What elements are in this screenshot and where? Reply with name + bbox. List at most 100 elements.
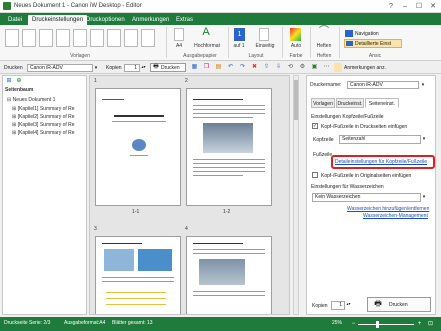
header-footer-checkbox[interactable]: ✓	[312, 123, 318, 129]
scrollbar-thumb[interactable]	[294, 80, 298, 120]
header-footer-detail-link[interactable]: Detaileinstellungen für Kopfzeile/Fußzei…	[335, 159, 427, 165]
paper-size-icon	[174, 28, 184, 41]
zoom-out-icon[interactable]: −	[350, 320, 357, 328]
template-thumb-4[interactable]	[56, 29, 70, 47]
navigation-button[interactable]: Navigation	[355, 31, 379, 37]
header-footer-checkbox-label: Kopf-/Fußzeile in Druckseiten einfügen	[321, 124, 408, 130]
maximize-button[interactable]: ☐	[414, 2, 424, 11]
copies-stepper[interactable]: ▴▾	[346, 300, 351, 310]
tree-item-chapter1[interactable]: ⊞ [Kapitel1] Summary of Re	[12, 106, 75, 112]
paste-icon[interactable]: ▤	[214, 63, 223, 72]
zoom-level: 25%	[332, 320, 343, 326]
detailed-settings-label: Detaillierte Einst	[355, 41, 392, 47]
printer-name-select[interactable]: Canon iR-ADV	[347, 81, 419, 89]
template-thumb-9[interactable]	[141, 29, 155, 47]
tree-item-label: [Kapitel4] Summary of Re	[17, 130, 75, 136]
page-thumbnail-1[interactable]	[95, 88, 181, 206]
printer-select[interactable]: Canon iR-ADV	[27, 64, 93, 72]
page-thumbnail-3[interactable]	[95, 236, 181, 314]
template-thumb-1[interactable]	[5, 29, 19, 47]
tab-seiteneinst[interactable]: Seiteneinst.	[365, 98, 399, 108]
annotation-icon	[334, 63, 342, 72]
redo-icon[interactable]: ↷	[238, 63, 247, 72]
original-pages-checkbox[interactable]	[312, 172, 318, 178]
copies-input[interactable]: 1	[124, 64, 140, 72]
tab-extras[interactable]: Extras	[172, 15, 197, 25]
chevron-down-icon[interactable]: ▾	[93, 64, 99, 72]
move-up-icon[interactable]: ⇧	[262, 63, 271, 72]
color-mode-button[interactable]: Auto	[286, 43, 306, 49]
paper-size-button[interactable]: A4	[170, 43, 188, 49]
zoom-in-icon[interactable]: +	[416, 320, 423, 328]
duplex-icon	[259, 28, 269, 41]
staple-button[interactable]: Heften	[313, 43, 335, 49]
tree-item-root[interactable]: ⊟ Neues Dokument 1	[7, 97, 55, 103]
chevron-down-icon[interactable]: ▾	[420, 81, 426, 89]
fit-page-icon[interactable]: ⊡	[426, 320, 435, 328]
tree-item-chapter4[interactable]: ⊞ [Kapitel4] Summary of Re	[12, 130, 75, 136]
watermark-select[interactable]: Kein Wasserzeichen	[312, 193, 421, 202]
preview-icon[interactable]: ▦	[190, 63, 199, 72]
rotate-icon[interactable]: ⟲	[286, 63, 295, 72]
tab-vorlagen[interactable]: Vorlagen	[311, 98, 335, 108]
tree-item-chapter2[interactable]: ⊞ [Kapitel2] Summary of Re	[12, 114, 75, 120]
tab-anmerkungen[interactable]: Anmerkungen	[128, 15, 173, 25]
chevron-down-icon[interactable]: ▾	[421, 193, 427, 202]
more-icon[interactable]: ⋯	[322, 63, 331, 72]
print-button-label: Drucken	[161, 65, 180, 71]
copies-label: Kopien	[312, 303, 328, 309]
status-bar: Druckseite Serie: 2/3 Ausgabeformat:A4 B…	[0, 317, 441, 331]
pages-per-sheet-button[interactable]: auf 1	[229, 43, 249, 49]
copies-stepper[interactable]: ▴▾	[141, 63, 146, 72]
kopfzeile-label: Kopfzeile	[313, 137, 334, 143]
template-thumb-6[interactable]	[90, 29, 104, 47]
tab-druckeinstellungen[interactable]: Druckeinstellungen	[28, 15, 88, 25]
duplex-button[interactable]: Einseitig	[252, 43, 278, 49]
tree-item-chapter3[interactable]: ⊞ [Kapitel3] Summary of Re	[12, 122, 75, 128]
tab-datei[interactable]: Datei	[4, 15, 26, 25]
page-thumbnail-2[interactable]	[186, 88, 272, 206]
template-thumb-5[interactable]	[73, 29, 87, 47]
watermark-heading: Einstellungen für Wasserzeichen	[311, 184, 384, 190]
template-thumb-3[interactable]	[39, 29, 53, 47]
color-mode-icon	[290, 28, 301, 41]
page-preview-area[interactable]: 1 2 1-1 1-2 3 4	[89, 75, 290, 315]
chevron-down-icon[interactable]: ▾	[421, 135, 427, 144]
tab-druckoptionen[interactable]: Druckoptionen	[82, 15, 129, 25]
tree-item-label: [Kapitel3] Summary of Re	[17, 122, 75, 128]
undo-icon[interactable]: ↶	[226, 63, 235, 72]
preview-scrollbar[interactable]	[293, 75, 299, 315]
template-thumb-2[interactable]	[22, 29, 36, 47]
group-vorlagen-label: Vorlagen	[70, 53, 90, 59]
group-ansicht-label: Ansic	[368, 53, 382, 59]
watermark-management-link[interactable]: Wasserzeichen-Management	[363, 213, 428, 219]
tab-druckeinst[interactable]: Druckeinst.	[336, 98, 364, 108]
watermark-add-remove-link[interactable]: Wasserzeichen hinzufügen/entfernen	[347, 206, 429, 212]
document-icon[interactable]: ▣	[310, 63, 319, 72]
ribbon-separator	[282, 27, 283, 58]
copy-icon[interactable]: ❐	[202, 63, 211, 72]
minimize-button[interactable]: –	[400, 2, 410, 11]
template-thumb-7[interactable]	[107, 29, 121, 47]
add-page-icon[interactable]: ⊕	[15, 77, 23, 85]
orientation-button[interactable]: Hochformat	[190, 43, 224, 49]
settings-icon[interactable]: ⚙	[298, 63, 307, 72]
zoom-slider[interactable]	[358, 324, 414, 325]
expand-all-icon[interactable]: ⊞	[5, 77, 13, 85]
move-down-icon[interactable]: ⇩	[274, 63, 283, 72]
zoom-slider-thumb[interactable]	[376, 321, 379, 328]
app-icon	[3, 2, 11, 10]
delete-icon[interactable]: ✖	[250, 63, 259, 72]
page-thumbnail-4[interactable]	[186, 236, 272, 314]
page-tree-pane: ⊞ ⊕ Seitenbaum ⊟ Neues Dokument 1 ⊞ [Kap…	[2, 75, 87, 315]
close-button[interactable]: ✕	[428, 2, 438, 11]
help-button[interactable]: ?	[386, 2, 396, 11]
tree-item-label: [Kapitel2] Summary of Re	[17, 114, 75, 120]
copies-input[interactable]: 1	[331, 301, 345, 310]
template-thumb-8[interactable]	[124, 29, 138, 47]
panel-print-button-label: Drucken	[389, 302, 408, 308]
page-number-label: 2	[185, 78, 188, 84]
show-annotations-button[interactable]: Anmerkungen anz.	[344, 65, 386, 71]
kopfzeile-select[interactable]: Seitenzahl	[339, 135, 421, 144]
status-print-pages: Druckseite Serie: 2/3	[4, 320, 51, 326]
